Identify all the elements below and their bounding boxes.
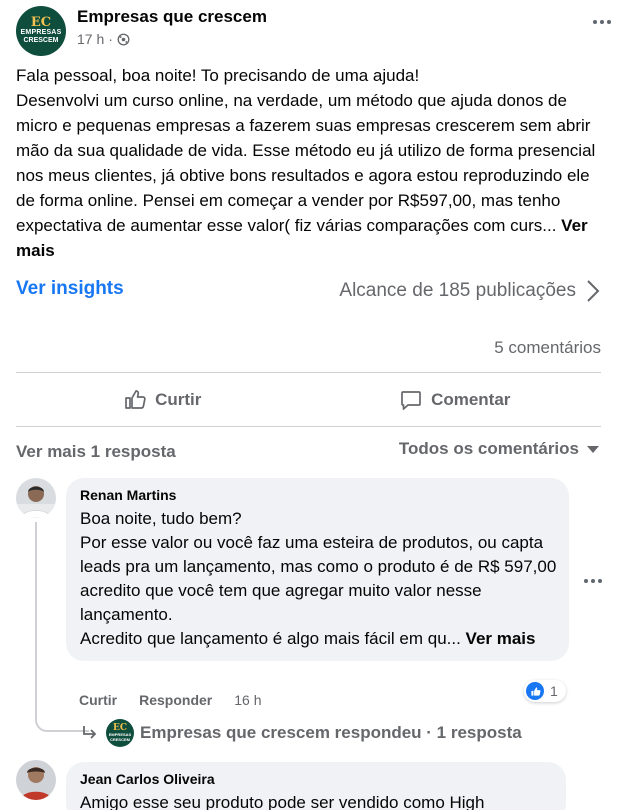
meta-separator: ·	[108, 31, 113, 47]
thread-line	[35, 522, 37, 702]
comment-label: Comentar	[431, 390, 511, 409]
post-options-icon[interactable]	[588, 12, 616, 32]
comment-author[interactable]: Jean Carlos Oliveira	[80, 770, 554, 788]
comment-see-more-link[interactable]: Ver mais	[466, 629, 536, 648]
reaction-count: 1	[550, 683, 558, 699]
post-meta: 17 h ·	[77, 31, 130, 47]
insights-row: Ver insights Alcance de 185 publicações	[16, 278, 602, 306]
comment-body: Amigo esse seu produto pode ser vendido …	[80, 791, 554, 810]
replies-summary-link[interactable]: EC EMPRESAS CRESCEM Empresas que crescem…	[80, 718, 522, 748]
like-reaction-icon	[526, 682, 544, 700]
globe-icon[interactable]	[117, 33, 130, 46]
mini-logo-word-2: CRESCEM	[109, 737, 130, 742]
commenter-avatar[interactable]	[16, 760, 56, 800]
thumbs-up-icon	[125, 390, 146, 409]
speech-bubble-icon	[401, 391, 421, 410]
post-line-2: Desenvolvi um curso online, na verdade, …	[16, 91, 596, 235]
replier-avatar: EC EMPRESAS CRESCEM	[106, 719, 134, 747]
comment-bubble: Renan Martins Boa noite, tudo bem? Por e…	[66, 478, 569, 661]
post-paragraph: Desenvolvi um curso online, na verdade, …	[16, 88, 611, 263]
reaction-summary[interactable]: 1	[524, 680, 566, 702]
comment-line: Por esse valor ou você faz uma esteira d…	[80, 533, 557, 624]
post-actions: Curtir Comentar	[16, 374, 601, 426]
comment-like-button[interactable]: Curtir	[79, 692, 117, 708]
page-avatar[interactable]: EC EMPRESAS CRESCEM	[16, 6, 66, 56]
divider-bottom	[16, 426, 601, 427]
post-header: EC EMPRESAS CRESCEM Empresas que crescem…	[16, 6, 616, 56]
view-insights-link[interactable]: Ver insights	[16, 278, 124, 300]
reply-summary-text: Empresas que crescem respondeu · 1 respo…	[140, 723, 522, 742]
mini-logo-mark: EC	[112, 723, 128, 733]
like-label: Curtir	[155, 390, 202, 409]
post-body: Fala pessoal, boa noite! To precisando d…	[16, 63, 611, 263]
logo-word-1: EMPRESAS	[20, 29, 62, 36]
reach-link[interactable]: Alcance de 185 publicações	[339, 278, 602, 304]
page-name[interactable]: Empresas que crescem	[77, 7, 267, 27]
chevron-right-icon	[587, 280, 600, 302]
divider-top	[16, 372, 601, 373]
comment-line: Amigo esse seu produto pode ser vendido …	[80, 793, 485, 810]
comment-actions: Curtir Responder 16 h	[79, 692, 262, 708]
logo-word-2: CRESCEM	[23, 37, 59, 44]
comment-time[interactable]: 16 h	[234, 692, 261, 708]
reply-arrow-icon	[83, 726, 97, 739]
post-timestamp[interactable]: 17 h	[77, 31, 104, 47]
logo-mark: EC	[30, 15, 52, 30]
comments-count[interactable]: 5 comentários	[494, 338, 601, 358]
comment-line-last: Acredito que lançamento é algo mais fáci…	[80, 627, 557, 651]
view-more-replies-link[interactable]: Ver mais 1 resposta	[16, 442, 176, 462]
like-button[interactable]: Curtir	[16, 374, 309, 426]
caret-down-icon	[587, 445, 599, 453]
comment-options-icon[interactable]	[582, 574, 604, 588]
comment-line: Boa noite, tudo bem?	[80, 509, 242, 528]
post-line-1: Fala pessoal, boa noite! To precisando d…	[16, 66, 420, 85]
comment-bubble: Jean Carlos Oliveira Amigo esse seu prod…	[66, 762, 566, 810]
comment-body: Boa noite, tudo bem? Por esse valor ou v…	[80, 507, 557, 651]
comment-reply-button[interactable]: Responder	[139, 692, 212, 708]
commenter-avatar[interactable]	[16, 478, 56, 518]
comment-line: Acredito que lançamento é algo mais fáci…	[80, 629, 466, 648]
comment-button[interactable]: Comentar	[309, 374, 602, 426]
reach-text: Alcance de 185 publicações	[339, 280, 576, 301]
sort-label: Todos os comentários	[398, 439, 579, 458]
comment-author[interactable]: Renan Martins	[80, 486, 557, 504]
comment-sort-dropdown[interactable]: Todos os comentários	[399, 439, 599, 459]
